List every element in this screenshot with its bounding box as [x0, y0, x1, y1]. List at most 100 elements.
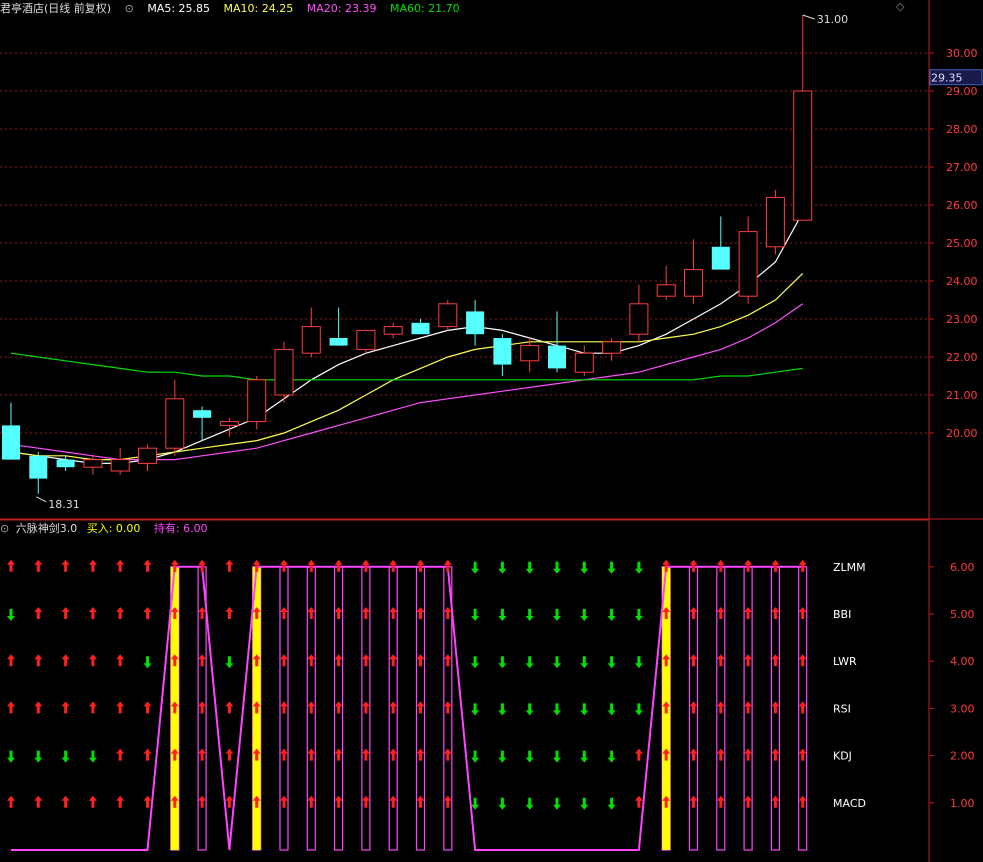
signal-up-arrow	[88, 701, 97, 714]
signal-down-arrow	[607, 561, 616, 574]
signal-down-arrow	[580, 609, 589, 621]
signal-up-arrow	[88, 559, 97, 572]
signal-up-arrow	[225, 701, 234, 714]
candle-body-up	[219, 421, 239, 426]
indicator-tick-label: 4.00	[950, 655, 975, 668]
signal-up-arrow	[7, 795, 15, 808]
signal-up-arrow	[744, 795, 753, 808]
candle-body-up	[247, 379, 267, 423]
signal-up-arrow	[716, 701, 725, 714]
candle-body-down	[411, 322, 430, 335]
candle-body-up	[656, 284, 676, 297]
signal-up-arrow	[443, 701, 452, 714]
candle-body-up	[602, 341, 622, 354]
signal-down-arrow	[143, 656, 152, 669]
candle-body-down	[2, 425, 20, 460]
signal-up-arrow	[334, 748, 343, 761]
signal-down-arrow	[61, 750, 70, 763]
price-axis: 30.00 29.00 28.00 27.00 26.00 25.00 24.00 23.00…	[929, 47, 983, 440]
signal-up-arrow	[634, 748, 643, 761]
signal-up-arrow	[280, 795, 288, 808]
signal-up-arrow	[389, 795, 398, 808]
price-tick-label: 26.00	[946, 199, 978, 212]
signal-up-arrow	[798, 607, 807, 619]
candle-body-up	[793, 90, 813, 221]
grid-lines	[0, 52, 929, 434]
signal-up-arrow	[116, 654, 125, 667]
signal-down-arrow	[88, 750, 97, 763]
signal-up-arrow	[389, 607, 398, 619]
candle-body-up	[738, 231, 758, 297]
signal-up-arrow	[34, 607, 43, 619]
signal-down-arrow	[580, 561, 589, 574]
row-label-macd: MACD	[833, 797, 866, 810]
signal-down-arrow	[498, 750, 507, 763]
signal-up-arrow	[7, 654, 15, 667]
row-label-zlmm: ZLMM	[833, 561, 866, 574]
signal-up-arrow	[143, 559, 152, 572]
signal-up-arrow	[416, 748, 425, 761]
signal-up-arrow	[88, 654, 97, 667]
row-label-bbi: BBI	[833, 608, 851, 621]
signal-down-arrow	[498, 609, 507, 621]
signal-down-arrow	[607, 797, 616, 810]
signal-up-arrow	[716, 607, 725, 619]
signal-up-arrow	[771, 748, 780, 761]
signal-up-arrow	[34, 701, 43, 714]
price-tick-label: 23.00	[946, 313, 978, 326]
signal-up-arrow	[7, 701, 15, 714]
signal-up-arrow	[416, 701, 425, 714]
candle-body-down	[193, 410, 212, 418]
signal-up-arrow	[7, 559, 15, 572]
signal-up-arrow	[307, 607, 316, 619]
candle-body-up	[383, 326, 403, 335]
signal-up-arrow	[307, 748, 316, 761]
ma-line-ma5	[10, 212, 804, 464]
signal-up-arrow	[689, 701, 698, 714]
signal-up-arrow	[88, 795, 97, 808]
signal-up-arrow	[443, 654, 452, 667]
signal-down-arrow	[471, 656, 480, 669]
signal-up-arrow	[361, 701, 370, 714]
signal-down-arrow	[553, 797, 561, 810]
signal-down-arrow	[607, 703, 616, 716]
moving-average-lines	[10, 212, 804, 464]
candle-body-down	[56, 459, 75, 468]
signal-up-arrow	[389, 748, 398, 761]
signal-up-arrow	[61, 795, 70, 808]
candlesticks	[2, 15, 813, 494]
signal-up-arrow	[771, 701, 780, 714]
candle-body-up	[438, 303, 458, 328]
indicator-tick-label: 6.00	[950, 561, 975, 574]
signal-up-arrow	[361, 607, 370, 619]
signal-up-arrow	[61, 654, 70, 667]
signal-up-arrow	[198, 607, 207, 619]
signal-up-arrow	[361, 654, 370, 667]
signal-up-arrow	[443, 607, 452, 619]
high-price-label: 31.00	[817, 13, 849, 26]
signal-down-arrow	[580, 656, 589, 669]
signal-up-arrow	[361, 748, 370, 761]
candle-body-up	[684, 269, 703, 297]
signal-down-arrow	[471, 609, 480, 621]
signal-up-arrow	[143, 795, 152, 808]
signal-down-arrow	[498, 656, 507, 669]
candle-body-up	[765, 196, 785, 248]
signal-down-arrow	[471, 561, 480, 574]
low-price-label: 18.31	[48, 498, 80, 511]
signal-down-arrow	[553, 561, 561, 574]
signal-down-arrow	[34, 750, 43, 763]
signal-down-arrow	[471, 750, 480, 763]
signal-up-arrow	[116, 559, 125, 572]
price-tick-label: 27.00	[946, 161, 978, 174]
signal-down-arrow	[580, 703, 589, 716]
signal-up-arrow	[198, 701, 207, 714]
signal-up-arrow	[798, 654, 807, 667]
row-label-rsi: RSI	[833, 702, 851, 715]
signal-up-arrow	[334, 795, 343, 808]
price-tick-label: 28.00	[946, 123, 978, 136]
signal-up-arrow	[34, 654, 43, 667]
signal-down-arrow	[634, 561, 643, 574]
signal-down-arrow	[553, 656, 561, 669]
signal-down-arrow	[607, 609, 616, 621]
